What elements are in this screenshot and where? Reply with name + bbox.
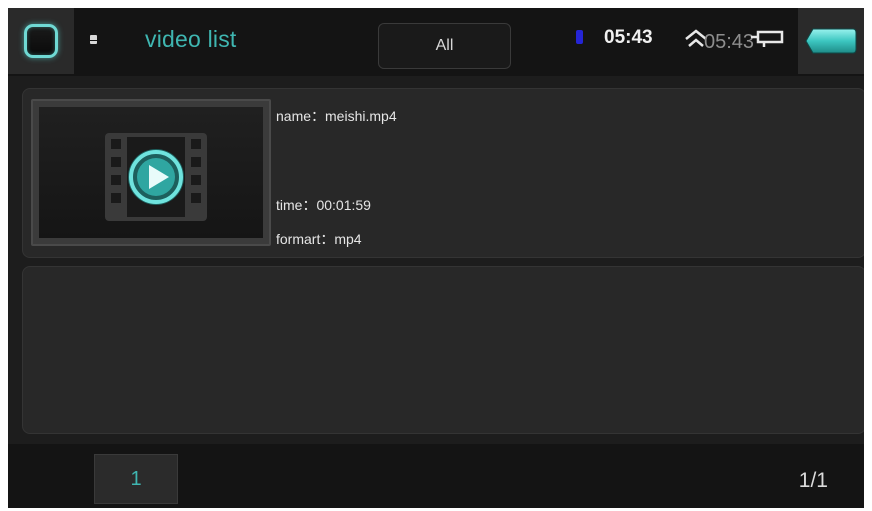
video-file-play-icon <box>105 133 207 221</box>
empty-list-slot <box>22 266 864 434</box>
page-button[interactable]: 1 <box>94 454 178 504</box>
back-icon <box>805 28 857 54</box>
page-indicator: 1/1 <box>798 469 828 492</box>
top-bar: video list All 05:43 05:43 <box>8 8 864 76</box>
video-format: formart：mp4 <box>276 231 362 247</box>
thumbnail-background <box>39 107 263 238</box>
home-icon <box>24 24 58 58</box>
video-list-item[interactable]: name：meishi.mp4 time：00:01:59 formart：mp… <box>22 88 864 258</box>
video-duration: time：00:01:59 <box>276 197 371 213</box>
filter-all-button[interactable]: All <box>378 23 511 69</box>
status-indicator-icon <box>90 35 97 44</box>
page-title: video list <box>145 26 237 52</box>
video-name: name：meishi.mp4 <box>276 108 397 124</box>
secondary-clock: 05:43 <box>704 31 755 53</box>
app-window: video list All 05:43 05:43 name：meishi.m… <box>8 8 864 508</box>
usb-icon <box>751 30 784 47</box>
back-button[interactable] <box>798 8 864 74</box>
bottom-bar: 1 1/1 <box>8 444 864 508</box>
home-button[interactable] <box>8 8 74 74</box>
clock: 05:43 <box>604 27 653 48</box>
bluetooth-status-icon <box>576 30 583 44</box>
video-thumbnail[interactable] <box>31 99 271 246</box>
